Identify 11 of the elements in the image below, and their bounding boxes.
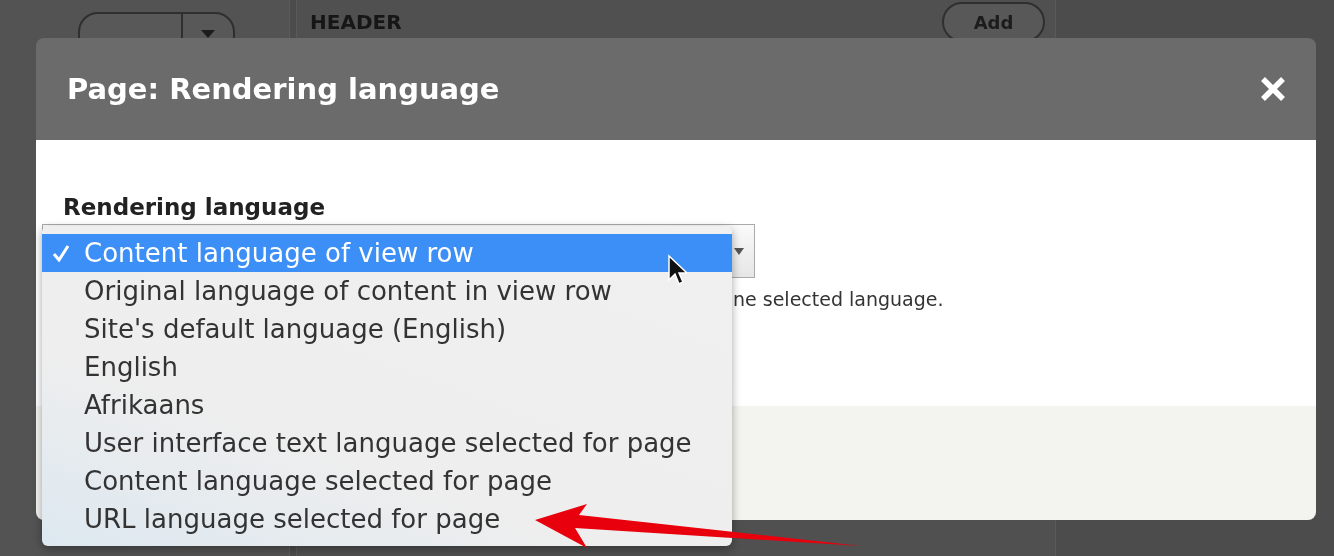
field-description: ne selected language. bbox=[733, 288, 945, 310]
field-label: Rendering language bbox=[63, 194, 327, 220]
dropdown-option[interactable]: Afrikaans bbox=[42, 386, 732, 424]
dropdown-option[interactable]: Original language of content in view row bbox=[42, 272, 732, 310]
dropdown-option[interactable]: User interface text language selected for page bbox=[42, 424, 732, 462]
dialog-title: Page: Rendering language bbox=[67, 72, 500, 106]
dropdown-option[interactable]: Site's default language (English) bbox=[42, 310, 732, 348]
dropdown-option[interactable]: English bbox=[42, 348, 732, 386]
dropdown-option[interactable]: URL language selected for page bbox=[42, 500, 732, 538]
dropdown-option[interactable]: Content language selected for page bbox=[42, 462, 732, 500]
section-heading: HEADER bbox=[310, 10, 402, 34]
